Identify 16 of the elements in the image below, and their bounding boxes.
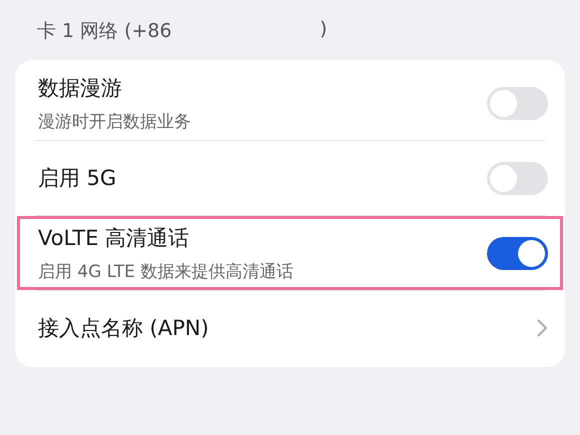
section-header: 卡 1 网络 (+86: [37, 19, 172, 44]
toggle-switch[interactable]: [487, 86, 548, 120]
highlighted-setting-row[interactable]: VoLTE 高清通话 启用 4G LTE 数据来提供高清通话: [17, 216, 563, 290]
setting-row[interactable]: 接入点名称 (APN): [17, 291, 563, 365]
setting-title: 启用 5G: [38, 165, 118, 192]
setting-title: VoLTE 高清通话: [38, 224, 190, 252]
toggle-switch[interactable]: [487, 162, 548, 194]
section-header: ): [320, 18, 328, 42]
setting-row[interactable]: 数据漫游 漫游时开启数据业务: [17, 66, 563, 140]
setting-description: 启用 4G LTE 数据来提供高清通话: [38, 260, 294, 282]
setting-title: 接入点名称 (APN): [38, 315, 210, 342]
setting-row[interactable]: 启用 5G: [17, 141, 563, 215]
toggle-switch[interactable]: [487, 236, 548, 270]
setting-title: 数据漫游: [38, 74, 123, 102]
setting-description: 漫游时开启数据业务: [38, 110, 192, 132]
chevron-right-icon: [536, 318, 548, 338]
